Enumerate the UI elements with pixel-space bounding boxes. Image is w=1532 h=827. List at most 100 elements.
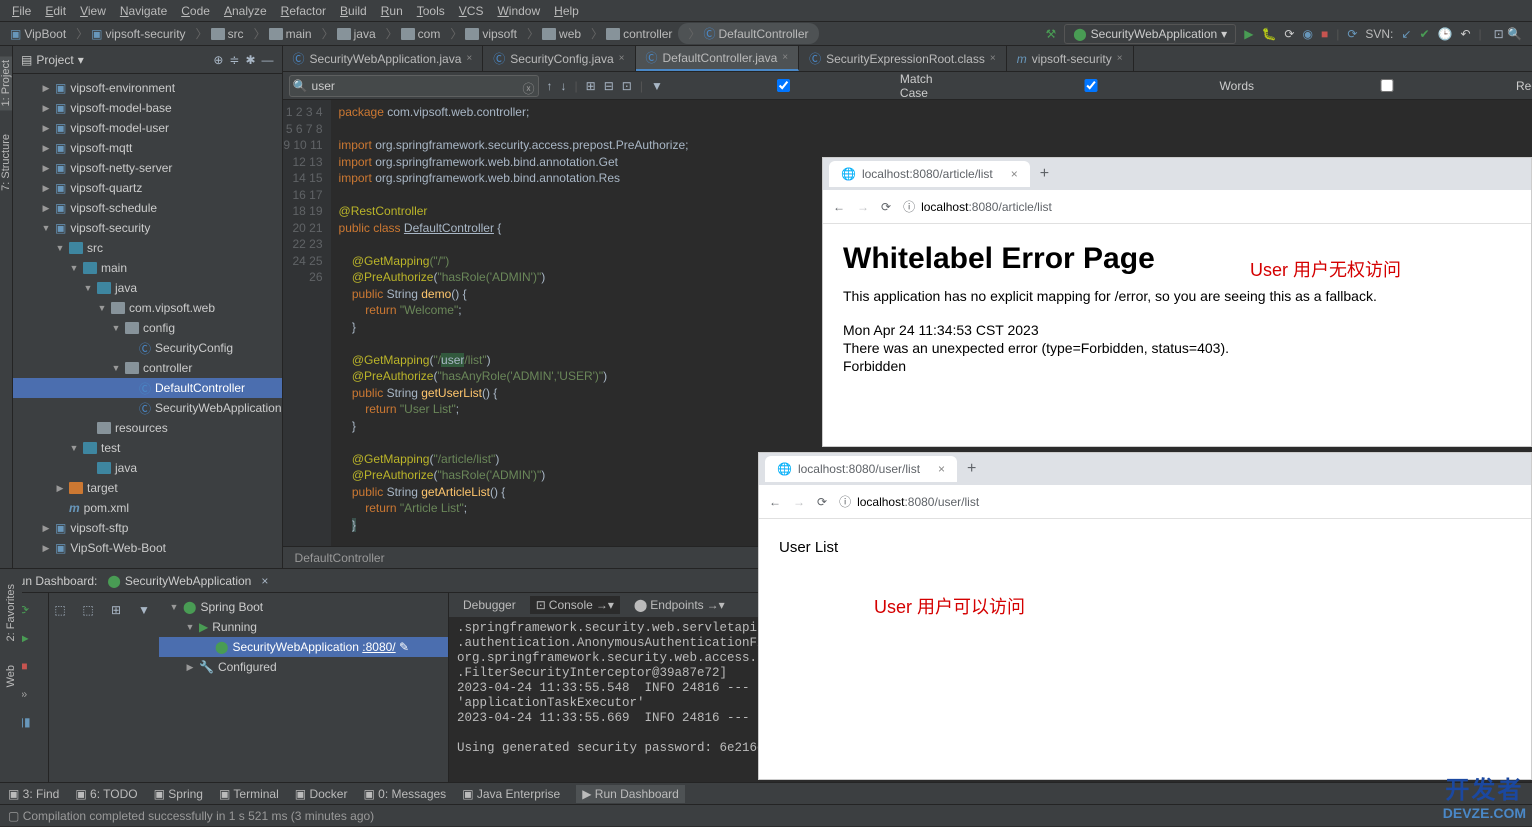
add-selection-icon[interactable]: ⊞ [586,79,596,93]
tool-project[interactable]: 1: Project [0,56,12,110]
tree-item[interactable]: ▼com.vipsoft.web [13,298,282,318]
tool-todo[interactable]: ▣ 6: TODO [75,787,137,801]
editor-tab[interactable]: ⒸSecurityConfig.java× [483,46,635,71]
vcs-commit-icon[interactable]: ✔ [1419,27,1429,41]
tool-find[interactable]: ▣ 3: Find [8,787,59,801]
dashboard-item[interactable]: ▼▶Running [159,617,448,637]
tree-item[interactable]: ▶▣vipsoft-sftp [13,518,282,538]
forward-icon[interactable]: → [793,495,805,509]
menu-build[interactable]: Build [334,2,373,20]
dashboard-item[interactable]: ▼⬤Spring Boot [159,597,448,617]
tree-item[interactable]: ▼src [13,238,282,258]
menu-window[interactable]: Window [491,2,546,20]
breadcrumb-item[interactable]: 〉Ⓒ DefaultController [678,23,818,44]
tree-icon[interactable]: ⊞ [105,599,127,621]
tree-item[interactable]: mpom.xml [13,498,282,518]
tree-item[interactable]: ▼controller [13,358,282,378]
tree-item[interactable]: ▶▣vipsoft-schedule [13,198,282,218]
tree-item[interactable]: ▶▣vipsoft-environment [13,78,282,98]
select-all-icon[interactable]: ⊟ [604,79,614,93]
tree-item[interactable]: ▶▣vipsoft-netty-server [13,158,282,178]
tree-item[interactable]: ▶▣vipsoft-mqtt [13,138,282,158]
breadcrumb-item[interactable]: 〉 main [250,25,316,42]
menu-run[interactable]: Run [375,2,409,20]
run-icon[interactable]: ▶ [1244,27,1253,41]
browser-tab[interactable]: 🌐localhost:8080/user/list× [765,456,957,482]
tool-web[interactable]: Web [5,661,17,691]
close-icon[interactable]: × [1011,167,1018,181]
close-icon[interactable]: × [1117,53,1123,64]
hammer-icon[interactable]: ⚒ [1045,27,1056,41]
search-icon[interactable]: ⊡ 🔍 [1490,27,1526,41]
tool-structure[interactable]: 7: Structure [0,130,12,195]
reload-icon[interactable]: ⟳ [881,200,891,214]
menu-help[interactable]: Help [548,2,585,20]
menu-edit[interactable]: Edit [39,2,72,20]
editor-tab[interactable]: ⒸSecurityWebApplication.java× [283,46,484,71]
tool-sb[interactable]: ▣ Spring [154,787,203,801]
words-check[interactable]: Words [966,79,1254,93]
clear-icon[interactable]: ⓧ [523,80,535,97]
dashboard-item[interactable]: ⬤SecurityWebApplication :8080/ ✎ [159,637,448,657]
breadcrumb-item[interactable]: 〉 com [382,25,445,42]
vcs-update-icon[interactable]: ↙ [1401,27,1411,41]
menu-vcs[interactable]: VCS [453,2,490,20]
select-opened-icon[interactable]: ⊕ [213,53,223,67]
tree-item[interactable]: ▼config [13,318,282,338]
unselect-icon[interactable]: ⊡ [622,79,632,93]
tool-run[interactable]: ▶ Run Dashboard [576,785,685,803]
reload-icon[interactable]: ⟳ [817,495,827,509]
menu-tools[interactable]: Tools [411,2,451,20]
hide-icon[interactable]: — [262,53,274,67]
close-icon[interactable]: × [938,462,945,476]
address-bar[interactable]: ⓘlocalhost:8080/user/list [839,493,1521,510]
tool-msg[interactable]: ▣ 0: Messages [363,787,446,801]
filter-icon[interactable]: ▼ [133,599,155,621]
stop-icon[interactable]: ■ [1321,27,1328,41]
editor-tab[interactable]: mvipsoft-security× [1007,46,1134,71]
tree-item[interactable]: ⒸSecurityConfig [13,338,282,358]
dashboard-item[interactable]: ▶🔧Configured [159,657,448,677]
find-input[interactable] [289,75,539,97]
vcs-revert-icon[interactable]: ↶ [1460,27,1470,41]
editor-tab[interactable]: ⒸDefaultController.java× [636,46,800,71]
tree-item[interactable]: ▼java [13,278,282,298]
menu-file[interactable]: File [6,2,37,20]
next-icon[interactable]: ↓ [561,79,567,93]
match-case-check[interactable]: Match Case [671,72,958,100]
tree-item[interactable]: ▼▣vipsoft-security [13,218,282,238]
menu-navigate[interactable]: Navigate [114,2,173,20]
tree-item[interactable]: ⒸDefaultController [13,378,282,398]
editor-tab[interactable]: ⒸSecurityExpressionRoot.class× [799,46,1007,71]
tree-item[interactable]: ▶target [13,478,282,498]
menu-code[interactable]: Code [175,2,216,20]
tree-item[interactable]: ▼test [13,438,282,458]
breadcrumb-item[interactable]: 〉 java [318,25,380,42]
menu-analyze[interactable]: Analyze [218,2,273,20]
tool-je[interactable]: ▣ Java Enterprise [462,787,560,801]
tree-item[interactable]: ▶▣vipsoft-quartz [13,178,282,198]
regex-check[interactable]: Regex ? [1262,79,1532,93]
collapse-icon[interactable]: ✱ [245,53,255,67]
project-panel-title[interactable]: ▤ Project ▾ [21,53,84,67]
close-icon[interactable]: × [466,53,472,64]
breadcrumb-item[interactable]: 〉 controller [587,25,676,42]
console-tab[interactable]: ⊡ Console →▾ [530,596,620,614]
menu-refactor[interactable]: Refactor [275,2,332,20]
forward-icon[interactable]: → [857,200,869,214]
tree-item[interactable]: ▶▣vipsoft-model-user [13,118,282,138]
close-icon[interactable]: × [782,52,788,63]
tool-term[interactable]: ▣ Terminal [219,787,279,801]
back-icon[interactable]: ← [833,200,845,214]
endpoints-tab[interactable]: ⬤ Endpoints →▾ [628,596,731,614]
browser-tab[interactable]: 🌐localhost:8080/article/list× [829,161,1030,187]
close-icon[interactable]: × [990,53,996,64]
tool-dock[interactable]: ▣ Docker [295,787,348,801]
tree-item[interactable]: ▼main [13,258,282,278]
tool-favorites[interactable]: 2: Favorites [5,580,17,645]
profiler-icon[interactable]: ◉ [1302,27,1312,41]
prev-icon[interactable]: ↑ [547,79,553,93]
breadcrumb-item[interactable]: ▣ VipBoot [6,27,70,41]
collapse-icon[interactable]: ⬚ [77,599,99,621]
breadcrumb-item[interactable]: 〉 src [192,25,248,42]
